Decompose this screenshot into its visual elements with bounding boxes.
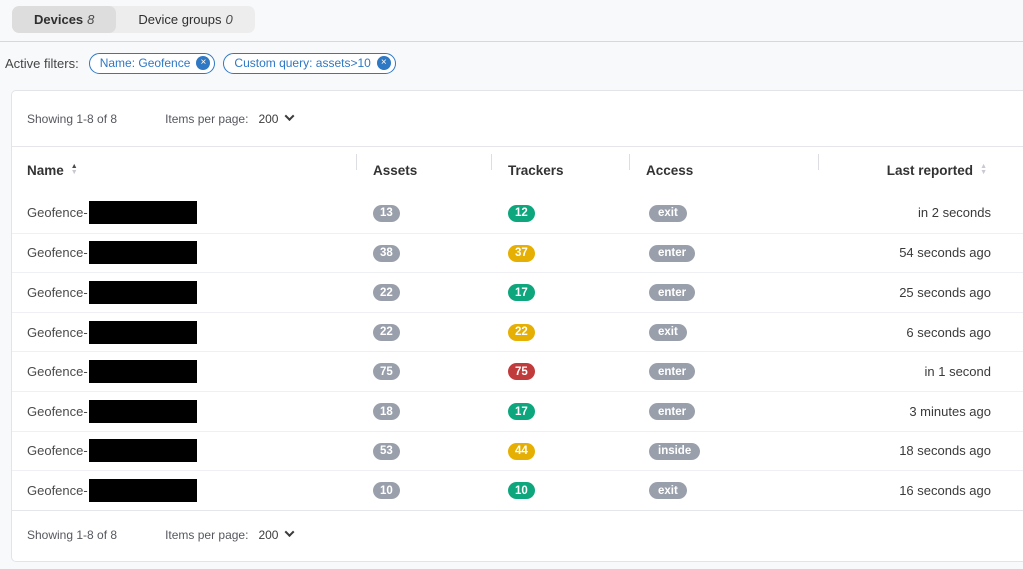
last-reported-value: 3 minutes ago xyxy=(818,404,1023,419)
device-name: Geofence- xyxy=(27,443,88,458)
redacted-name xyxy=(89,321,197,344)
access-status-badge: enter xyxy=(649,403,695,420)
items-per-page-select[interactable]: Items per page: 200 xyxy=(165,112,293,126)
trackers-count-badge: 44 xyxy=(508,443,535,460)
device-name: Geofence- xyxy=(27,483,88,498)
tab-device-groups-count: 0 xyxy=(226,12,233,27)
last-reported-value: in 2 seconds xyxy=(818,205,1023,220)
trackers-count-badge: 75 xyxy=(508,363,535,380)
redacted-name xyxy=(89,360,197,383)
access-status-badge: enter xyxy=(649,245,695,262)
device-name: Geofence- xyxy=(27,285,88,300)
divider xyxy=(0,41,1023,42)
items-per-page-label: Items per page: xyxy=(165,528,248,542)
items-per-page-value: 200 xyxy=(258,528,278,542)
tab-devices[interactable]: Devices 8 xyxy=(12,6,116,33)
device-name: Geofence- xyxy=(27,364,88,379)
table-row[interactable]: Geofence- 22 17 enter 25 seconds ago xyxy=(12,272,1023,312)
table-row[interactable]: Geofence- 13 12 exit in 2 seconds xyxy=(12,193,1023,233)
last-reported-value: 6 seconds ago xyxy=(818,325,1023,340)
last-reported-value: 25 seconds ago xyxy=(818,285,1023,300)
filter-chip-custom-query[interactable]: Custom query: assets>10 × xyxy=(223,53,395,74)
pagination-top: Showing 1-8 of 8 Items per page: 200 xyxy=(12,91,1023,147)
redacted-name xyxy=(89,479,197,502)
device-name: Geofence- xyxy=(27,205,88,220)
access-status-badge: exit xyxy=(649,205,687,222)
tab-devices-label: Devices xyxy=(34,12,83,27)
tab-bar: Devices 8 Device groups 0 xyxy=(12,6,255,33)
last-reported-value: 16 seconds ago xyxy=(818,483,1023,498)
assets-count-badge: 13 xyxy=(373,205,400,222)
active-filters-row: Active filters: Name: Geofence × Custom … xyxy=(5,52,396,74)
trackers-count-badge: 22 xyxy=(508,324,535,341)
trackers-count-badge: 37 xyxy=(508,245,535,262)
tab-devices-count: 8 xyxy=(87,12,94,27)
redacted-name xyxy=(89,201,197,224)
column-header-trackers[interactable]: Trackers xyxy=(491,147,629,193)
assets-count-badge: 75 xyxy=(373,363,400,380)
access-status-badge: exit xyxy=(649,482,687,499)
access-status-badge: exit xyxy=(649,324,687,341)
table-row[interactable]: Geofence- 75 75 enter in 1 second xyxy=(12,351,1023,391)
filter-chip-custom-query-label: Custom query: assets>10 xyxy=(234,56,370,70)
filter-chip-name-label: Name: Geofence xyxy=(100,56,191,70)
last-reported-value: 18 seconds ago xyxy=(818,443,1023,458)
devices-table-card: Showing 1-8 of 8 Items per page: 200 Nam… xyxy=(11,90,1023,562)
last-reported-value: in 1 second xyxy=(818,364,1023,379)
showing-count: Showing 1-8 of 8 xyxy=(27,112,117,126)
close-icon[interactable]: × xyxy=(377,56,391,70)
redacted-name xyxy=(89,439,197,462)
active-filters-label: Active filters: xyxy=(5,56,79,71)
access-status-badge: enter xyxy=(649,363,695,380)
trackers-count-badge: 12 xyxy=(508,205,535,222)
items-per-page-select[interactable]: Items per page: 200 xyxy=(165,528,293,542)
assets-count-badge: 22 xyxy=(373,284,400,301)
device-name: Geofence- xyxy=(27,245,88,260)
redacted-name xyxy=(89,241,197,264)
table-row[interactable]: Geofence- 18 17 enter 3 minutes ago xyxy=(12,391,1023,431)
sort-ascending-icon: ▲▼ xyxy=(71,164,78,176)
filter-chip-name[interactable]: Name: Geofence × xyxy=(89,53,216,74)
close-icon[interactable]: × xyxy=(196,56,210,70)
device-name: Geofence- xyxy=(27,404,88,419)
items-per-page-label: Items per page: xyxy=(165,112,248,126)
showing-count: Showing 1-8 of 8 xyxy=(27,528,117,542)
redacted-name xyxy=(89,400,197,423)
column-header-last-reported[interactable]: Last reported ▲▼ xyxy=(818,147,1023,193)
column-header-name-label: Name xyxy=(27,163,64,178)
table-row[interactable]: Geofence- 38 37 enter 54 seconds ago xyxy=(12,233,1023,273)
column-header-trackers-label: Trackers xyxy=(508,163,564,178)
pagination-bottom: Showing 1-8 of 8 Items per page: 200 xyxy=(12,510,1023,559)
column-header-access[interactable]: Access xyxy=(629,147,818,193)
table-row[interactable]: Geofence- 53 44 inside 18 seconds ago xyxy=(12,431,1023,471)
sort-icon: ▲▼ xyxy=(980,164,987,176)
assets-count-badge: 53 xyxy=(373,443,400,460)
last-reported-value: 54 seconds ago xyxy=(818,245,1023,260)
column-header-last-reported-label: Last reported xyxy=(887,163,973,178)
table-header: Name ▲▼ Assets Trackers Access Last repo… xyxy=(12,147,1023,193)
assets-count-badge: 10 xyxy=(373,482,400,499)
trackers-count-badge: 17 xyxy=(508,284,535,301)
redacted-name xyxy=(89,281,197,304)
trackers-count-badge: 17 xyxy=(508,403,535,420)
column-header-assets-label: Assets xyxy=(373,163,417,178)
assets-count-badge: 18 xyxy=(373,403,400,420)
tab-device-groups[interactable]: Device groups 0 xyxy=(116,6,254,33)
assets-count-badge: 22 xyxy=(373,324,400,341)
tab-device-groups-label: Device groups xyxy=(138,12,221,27)
column-header-name[interactable]: Name ▲▼ xyxy=(12,147,356,193)
table-row[interactable]: Geofence- 22 22 exit 6 seconds ago xyxy=(12,312,1023,352)
chevron-down-icon xyxy=(285,527,295,537)
column-header-access-label: Access xyxy=(646,163,693,178)
access-status-badge: enter xyxy=(649,284,695,301)
table-body: Geofence- 13 12 exit in 2 seconds Geofen… xyxy=(12,193,1023,510)
device-name: Geofence- xyxy=(27,325,88,340)
column-header-assets[interactable]: Assets xyxy=(356,147,491,193)
assets-count-badge: 38 xyxy=(373,245,400,262)
trackers-count-badge: 10 xyxy=(508,482,535,499)
chevron-down-icon xyxy=(285,111,295,121)
access-status-badge: inside xyxy=(649,443,700,460)
items-per-page-value: 200 xyxy=(258,112,278,126)
table-row[interactable]: Geofence- 10 10 exit 16 seconds ago xyxy=(12,470,1023,510)
